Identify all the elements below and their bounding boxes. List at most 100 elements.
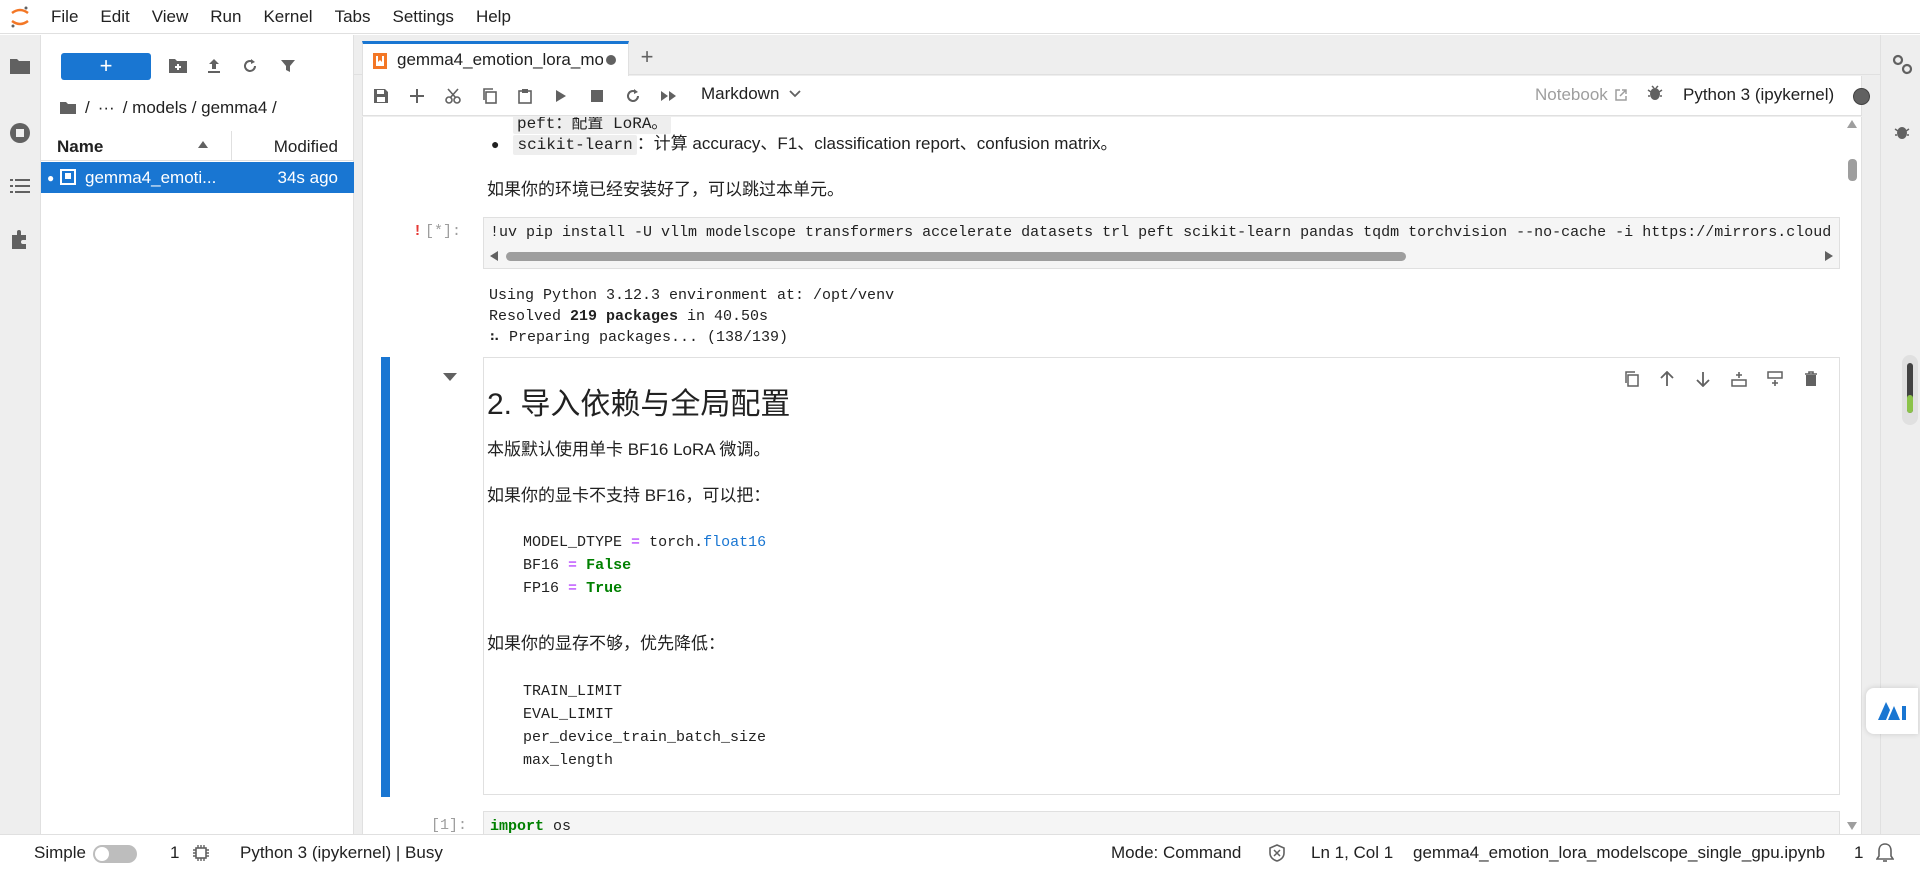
paragraph: 如果你的显卡不支持 BF16，可以把： bbox=[487, 486, 771, 505]
code-block: MODEL_DTYPE = torch.float16 BF16 = False… bbox=[523, 531, 766, 600]
open-in-notebook-button[interactable]: Notebook bbox=[1535, 85, 1628, 105]
menu-view[interactable]: View bbox=[141, 0, 200, 34]
terminal-count[interactable]: 1 bbox=[170, 843, 179, 863]
code-line[interactable]: !uv pip install -U vllm modelscope trans… bbox=[490, 224, 1832, 241]
code-keyword: import bbox=[490, 818, 545, 834]
cursor-position[interactable]: Ln 1, Col 1 bbox=[1311, 843, 1393, 863]
cell-type-select[interactable]: Markdown bbox=[701, 84, 802, 104]
simple-mode-toggle[interactable] bbox=[93, 845, 137, 863]
add-tab-button[interactable]: + bbox=[630, 41, 664, 73]
cell-modified-mark: ! bbox=[413, 223, 423, 240]
scroll-right-icon[interactable] bbox=[1825, 251, 1833, 261]
duplicate-cell-icon[interactable] bbox=[1619, 367, 1643, 391]
extension-manager-icon[interactable] bbox=[6, 225, 34, 253]
tab-label: gemma4_emotion_lora_modelscope_single_gp… bbox=[397, 50, 603, 69]
cell-prompt: [1]: bbox=[431, 817, 468, 834]
breadcrumb-ellipsis[interactable]: ··· bbox=[98, 98, 115, 118]
fast-forward-icon[interactable] bbox=[657, 84, 681, 108]
bell-icon[interactable] bbox=[1876, 843, 1894, 863]
notebook-scrollbar[interactable] bbox=[1843, 117, 1861, 834]
stop-icon[interactable] bbox=[585, 84, 609, 108]
delete-cell-icon[interactable] bbox=[1799, 367, 1823, 391]
ai-assistant-icon[interactable] bbox=[1866, 688, 1918, 734]
menu-tabs[interactable]: Tabs bbox=[324, 0, 382, 34]
folder-icon[interactable] bbox=[6, 52, 34, 80]
scroll-up-icon[interactable] bbox=[1847, 120, 1857, 128]
code-block: TRAIN_LIMIT EVAL_LIMIT per_device_train_… bbox=[523, 680, 766, 772]
scroll-down-icon[interactable] bbox=[1847, 822, 1857, 830]
restart-icon[interactable] bbox=[621, 84, 645, 108]
running-terminals-icon[interactable] bbox=[6, 119, 34, 147]
code-token: BF16 bbox=[523, 557, 560, 574]
property-inspector-icon[interactable] bbox=[1889, 51, 1915, 77]
running-indicator-icon: ● bbox=[47, 171, 55, 185]
code-line: per_device_train_batch_size bbox=[523, 729, 767, 746]
filter-icon[interactable] bbox=[275, 53, 301, 79]
kernel-name-button[interactable]: Python 3 (ipykernel) bbox=[1683, 85, 1834, 105]
column-modified[interactable]: Modified bbox=[274, 137, 338, 157]
new-folder-icon[interactable] bbox=[165, 53, 191, 79]
trusted-shield-icon[interactable] bbox=[1269, 844, 1285, 862]
main-dock-area: gemma4_emotion_lora_modelscope_single_gp… bbox=[354, 35, 1880, 834]
command-mode-text: Mode: Command bbox=[1111, 843, 1242, 862]
bullet-text: ：计算 accuracy、F1、classification report、co… bbox=[636, 134, 1118, 153]
new-launcher-button[interactable]: + bbox=[61, 53, 151, 80]
breadcrumb: / ··· / models / gemma4 / bbox=[59, 95, 277, 121]
save-icon[interactable] bbox=[369, 84, 393, 108]
resource-usage-widget[interactable] bbox=[1902, 355, 1918, 425]
insert-cell-icon[interactable] bbox=[405, 84, 429, 108]
paste-icon[interactable] bbox=[513, 84, 537, 108]
collapse-heading-icon[interactable] bbox=[443, 373, 457, 381]
move-up-icon[interactable] bbox=[1655, 367, 1679, 391]
horizontal-scrollbar[interactable] bbox=[488, 248, 1833, 264]
scroll-thumb[interactable] bbox=[506, 252, 1406, 261]
output-line: Using Python 3.12.3 environment at: /opt… bbox=[489, 287, 895, 304]
code-token: FP16 bbox=[523, 580, 560, 597]
insert-above-icon[interactable] bbox=[1727, 367, 1751, 391]
code-cell-install[interactable]: !uv pip install -U vllm modelscope trans… bbox=[483, 217, 1840, 269]
copy-icon[interactable] bbox=[477, 84, 501, 108]
code-line[interactable]: import os bbox=[490, 818, 571, 834]
column-divider[interactable] bbox=[231, 131, 232, 161]
table-of-contents-icon[interactable] bbox=[6, 172, 34, 200]
breadcrumb-path[interactable]: / models / gemma4 / bbox=[123, 98, 277, 118]
document-tab-bar: gemma4_emotion_lora_modelscope_single_gp… bbox=[354, 35, 1880, 76]
code-token: os bbox=[544, 818, 572, 834]
menu-settings[interactable]: Settings bbox=[382, 0, 465, 34]
scroll-thumb[interactable] bbox=[1848, 159, 1857, 181]
breadcrumb-root[interactable]: / bbox=[85, 98, 90, 118]
tab-notebook[interactable]: gemma4_emotion_lora_modelscope_single_gp… bbox=[362, 41, 629, 76]
column-name[interactable]: Name bbox=[57, 137, 103, 157]
notebook-file-icon bbox=[60, 169, 76, 185]
menu-edit[interactable]: Edit bbox=[89, 0, 140, 34]
status-filename: gemma4_emotion_lora_modelscope_single_gp… bbox=[1413, 843, 1826, 862]
upload-icon[interactable] bbox=[201, 53, 227, 79]
bullet-icon: ● bbox=[491, 136, 500, 152]
menu-file[interactable]: File bbox=[40, 0, 89, 34]
insert-below-icon[interactable] bbox=[1763, 367, 1787, 391]
menu-help[interactable]: Help bbox=[465, 0, 522, 34]
debugger-icon[interactable] bbox=[1647, 84, 1663, 102]
file-name: gemma4_emoti... bbox=[85, 168, 217, 187]
file-list-item[interactable]: ● gemma4_emoti... 34s ago bbox=[41, 162, 354, 193]
notification-count[interactable]: 1 bbox=[1854, 843, 1863, 863]
run-icon[interactable] bbox=[549, 84, 573, 108]
cell-prompt: [*]: bbox=[425, 223, 462, 240]
move-down-icon[interactable] bbox=[1691, 367, 1715, 391]
home-folder-icon[interactable] bbox=[59, 101, 77, 115]
code-keyword: False bbox=[586, 557, 632, 574]
menu-kernel[interactable]: Kernel bbox=[252, 0, 323, 34]
scroll-left-icon[interactable] bbox=[490, 251, 498, 261]
notebook-tab-icon bbox=[373, 53, 387, 69]
debugger-panel-icon[interactable] bbox=[1889, 119, 1915, 145]
kernel-chip-icon[interactable] bbox=[192, 844, 210, 862]
kernel-status-text[interactable]: Python 3 (ipykernel) | Busy bbox=[240, 843, 443, 863]
unsaved-changes-icon[interactable] bbox=[606, 55, 616, 65]
active-cell-indicator[interactable] bbox=[381, 357, 390, 797]
code-line: MODEL_DTYPE = torch.float16 bbox=[523, 531, 766, 554]
cut-icon[interactable] bbox=[441, 84, 465, 108]
menu-run[interactable]: Run bbox=[199, 0, 252, 34]
cell-heading: 2. 导入依赖与全局配置 bbox=[487, 388, 791, 421]
refresh-icon[interactable] bbox=[237, 53, 263, 79]
code-cell-imports[interactable]: import os bbox=[483, 811, 1840, 834]
